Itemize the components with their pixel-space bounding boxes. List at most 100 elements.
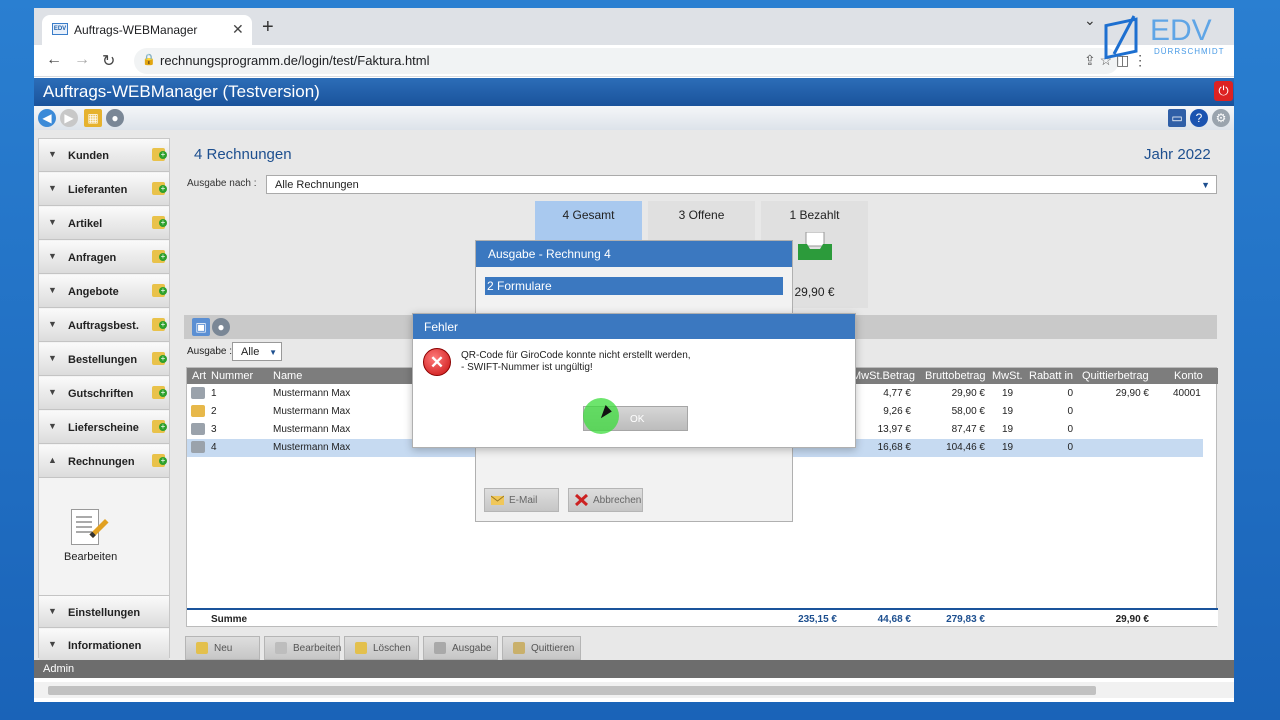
cell-name: Mustermann Max [273, 424, 351, 435]
sidebar-item-gutschriften[interactable]: ▼ Gutschriften [39, 377, 169, 410]
stat-label: 3 Offene [678, 208, 725, 222]
grid-icon[interactable]: ▦ [84, 109, 102, 127]
edit-icon [275, 642, 287, 654]
add-icon[interactable] [152, 420, 167, 433]
sidebar-sub-label[interactable]: Bearbeiten [64, 551, 117, 563]
ausgabe-select[interactable]: Alle ▼ [232, 342, 282, 361]
new-tab-icon[interactable]: + [262, 16, 274, 39]
sidebar-item-einstellungen[interactable]: ▼ Einstellungen [39, 595, 169, 628]
browser-tab[interactable]: EDV Auftrags-WEBManager ✕ [42, 15, 252, 45]
sidebar-item-anfragen[interactable]: ▼ Anfragen [39, 241, 169, 274]
cell-name: Mustermann Max [273, 406, 351, 417]
col-nummer[interactable]: Nummer [211, 370, 253, 382]
back-icon[interactable]: ← [46, 51, 62, 69]
reload-icon[interactable]: ↻ [102, 51, 115, 71]
col-name[interactable]: Name [273, 370, 302, 382]
tab-strip: EDV Auftrags-WEBManager ✕ + ⌄ [34, 8, 1234, 45]
sidebar-item-auftragsbest[interactable]: ▼ Auftragsbest. [39, 309, 169, 342]
settings-icon[interactable]: ⚙ [1212, 109, 1230, 127]
back-icon[interactable]: ◀ [38, 109, 56, 127]
formulare-section[interactable]: 2 Formulare [485, 277, 783, 295]
page-title: 4 Rechnungen [194, 146, 292, 163]
tab-title: Auftrags-WEBManager [74, 23, 198, 37]
horizontal-scrollbar[interactable] [34, 682, 1234, 698]
ausgabe-button[interactable]: Ausgabe [423, 636, 498, 660]
sidebar-item-artikel[interactable]: ▼ Artikel [39, 207, 169, 240]
ausgabe-nach-select[interactable]: Alle Rechnungen ▼ [266, 175, 1217, 194]
cell-rabatt: 0 [1067, 406, 1073, 417]
sidebar-item-lieferanten[interactable]: ▼ Lieferanten [39, 173, 169, 206]
add-icon[interactable] [152, 454, 167, 467]
edit-document-icon[interactable] [71, 509, 99, 545]
sidebar-item-lieferscheine[interactable]: ▼ Lieferscheine [39, 411, 169, 444]
col-konto[interactable]: Konto [1174, 370, 1203, 382]
sidebar-item-kunden[interactable]: ▼ Kunden [39, 139, 169, 172]
logo-text: EDV [1150, 14, 1212, 47]
printer-icon [191, 387, 205, 399]
col-quittierbetrag[interactable]: Quittierbetrag [1082, 370, 1149, 382]
user-icon[interactable]: ● [106, 109, 124, 127]
ausgabe-value: Alle [241, 346, 260, 358]
app-title: Auftrags-WEBManager (Testversion) [43, 82, 320, 101]
cell-nummer: 3 [211, 424, 217, 435]
edv-logo: EDV DÜRRSCHMIDT [1104, 14, 1224, 60]
cell-mwst: 19 [1002, 406, 1014, 417]
add-icon[interactable] [152, 148, 167, 161]
ausgabe-label: Ausgabe : [187, 346, 233, 357]
user-icon[interactable]: ● [212, 318, 230, 336]
url-input[interactable]: 🔒 rechnungsprogramm.de/login/test/Faktur… [134, 48, 1119, 74]
sidebar-item-label: Lieferscheine [68, 422, 139, 434]
forward-icon[interactable]: ▶ [60, 109, 78, 127]
col-art[interactable]: Art [192, 370, 206, 382]
add-icon[interactable] [152, 284, 167, 297]
add-icon[interactable] [152, 386, 167, 399]
add-icon[interactable] [152, 318, 167, 331]
button-label: Bearbeiten [293, 643, 342, 654]
stat-label: 1 Bezahlt [789, 208, 840, 222]
error-dialog: Fehler ✕ QR-Code für GiroCode konnte nic… [412, 313, 856, 448]
sidebar-item-informationen[interactable]: ▼ Informationen [39, 629, 169, 662]
add-icon[interactable] [152, 352, 167, 365]
sidebar-item-bestellungen[interactable]: ▼ Bestellungen [39, 343, 169, 376]
sidebar-item-rechnungen[interactable]: ▲ Rechnungen [39, 445, 169, 478]
year-label[interactable]: Jahr 2022 [1144, 146, 1211, 163]
col-bruttobetrag[interactable]: Bruttobetrag [925, 370, 986, 382]
url-text: rechnungsprogramm.de/login/test/Faktura.… [160, 53, 430, 68]
add-icon[interactable] [152, 250, 167, 263]
cell-mwst: 19 [1002, 388, 1014, 399]
monitor-icon[interactable]: ▭ [1168, 109, 1186, 127]
bearbeiten-button[interactable]: Bearbeiten [264, 636, 342, 660]
dialog-header[interactable]: Ausgabe - Rechnung 4 [476, 241, 792, 267]
scrollbar-thumb[interactable] [48, 686, 1096, 695]
email-button[interactable]: E-Mail [484, 488, 559, 512]
button-label: Ausgabe [452, 643, 492, 654]
neu-button[interactable]: Neu [185, 636, 260, 660]
copy-icon[interactable]: ▣ [192, 318, 210, 336]
chevron-down-icon: ▼ [48, 183, 57, 193]
chevron-up-icon: ▲ [48, 455, 57, 465]
add-icon[interactable] [152, 182, 167, 195]
dialog-header[interactable]: Fehler [413, 314, 855, 339]
sidebar-item-label: Informationen [68, 640, 142, 652]
cell-brutto: 104,46 € [946, 442, 985, 453]
logout-icon[interactable]: ⏻ [1214, 81, 1233, 101]
col-mwst[interactable]: MwSt. [992, 370, 1023, 382]
quittieren-button[interactable]: Quittieren [502, 636, 581, 660]
col-rabatt[interactable]: Rabatt in [1029, 370, 1073, 382]
help-icon[interactable]: ? [1190, 109, 1208, 127]
forward-icon[interactable]: → [74, 51, 90, 69]
sidebar-item-angebote[interactable]: ▼ Angebote [39, 275, 169, 308]
loeschen-button[interactable]: Löschen [344, 636, 419, 660]
address-bar: ← → ↻ 🔒 rechnungsprogramm.de/login/test/… [34, 45, 1234, 77]
add-icon[interactable] [152, 216, 167, 229]
stamp-icon [513, 642, 525, 654]
chevron-down-icon: ▼ [48, 606, 57, 616]
cell-name: Mustermann Max [273, 442, 351, 453]
col-mwst-betrag[interactable]: MwSt.Betrag [852, 370, 915, 382]
close-tab-icon[interactable]: ✕ [232, 21, 244, 38]
chevron-down-icon: ▼ [48, 251, 57, 261]
cell-konto: 40001 [1173, 388, 1201, 399]
cell-mwst: 19 [1002, 424, 1014, 435]
window-controls[interactable]: ⌄ [1084, 12, 1096, 29]
abbrechen-button[interactable]: Abbrechen [568, 488, 643, 512]
